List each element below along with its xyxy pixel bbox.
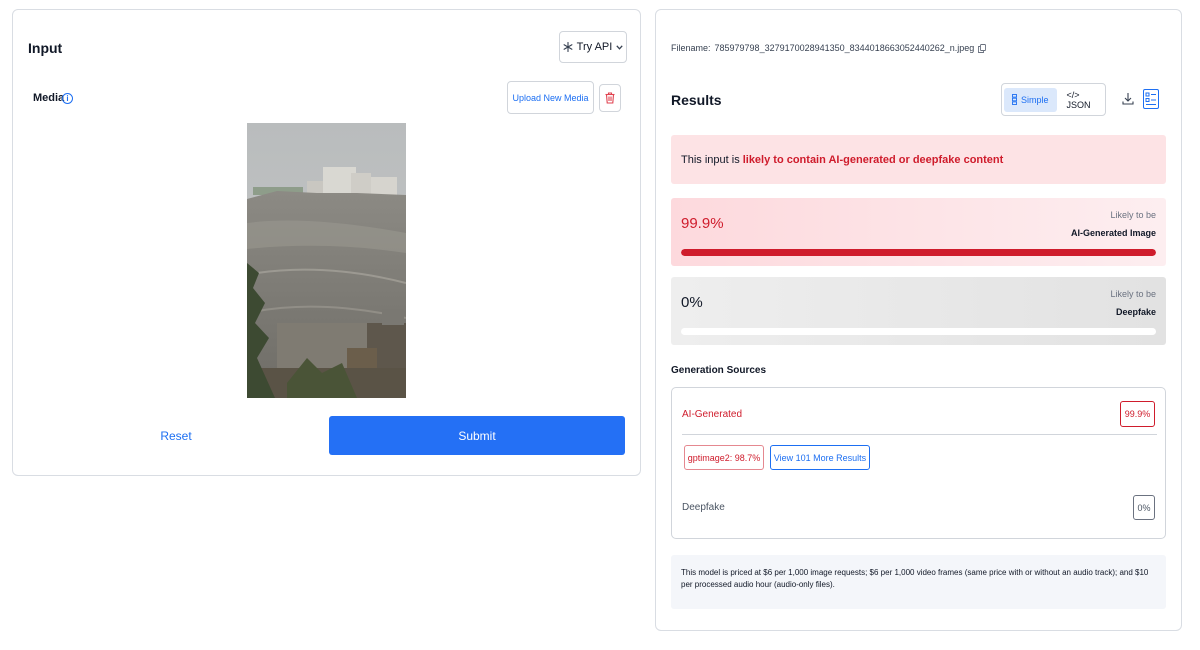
ai-generated-score-bar — [681, 249, 1156, 256]
generation-sources-title: Generation Sources — [671, 365, 767, 376]
filename-row: Filename: 785979798_3279170028941350_834… — [671, 43, 987, 53]
input-panel: Input Try API Media i Upload New Media R… — [12, 9, 641, 476]
deepfake-source-badge: 0% — [1133, 495, 1155, 520]
report-icon — [1143, 89, 1159, 109]
result-alert-banner: This input is likely to contain AI-gener… — [671, 135, 1166, 184]
deepfake-likely-text: Likely to be — [1110, 289, 1156, 299]
simple-view-icon — [1012, 94, 1017, 105]
input-title: Input — [28, 40, 63, 56]
deepfake-score-bar — [681, 328, 1156, 335]
upload-new-media-button[interactable]: Upload New Media — [507, 81, 594, 114]
media-preview-image — [247, 123, 406, 398]
model-score-chip: gptimage2: 98.7% — [684, 445, 764, 470]
reset-button[interactable]: Reset — [116, 416, 236, 456]
deepfake-score-value: 0% — [681, 294, 703, 311]
copy-icon[interactable] — [978, 43, 987, 53]
ai-generated-source-badge: 99.9% — [1120, 401, 1155, 427]
alert-highlight: likely to contain AI-generated or deepfa… — [742, 153, 1004, 166]
download-button[interactable] — [1122, 92, 1134, 106]
view-more-results-button[interactable]: View 101 More Results — [770, 445, 870, 470]
submit-button[interactable]: Submit — [329, 416, 625, 455]
try-api-label: Try API — [576, 41, 613, 53]
sources-divider — [682, 434, 1157, 435]
download-icon — [1122, 92, 1134, 106]
ai-generated-score-bar-fill — [681, 249, 1156, 256]
pricing-note: This model is priced at $6 per 1,000 ima… — [671, 555, 1166, 609]
delete-media-button[interactable] — [599, 84, 621, 112]
view-toggle: Simple </> JSON — [1001, 83, 1106, 116]
media-label: Media — [33, 92, 65, 104]
deepfake-source-label: Deepfake — [682, 502, 725, 513]
results-panel: Filename: 785979798_3279170028941350_834… — [655, 9, 1182, 631]
report-button[interactable] — [1143, 89, 1159, 109]
alert-prefix: This input is — [681, 153, 740, 166]
filename-value: 785979798_3279170028941350_8344018663052… — [714, 43, 975, 53]
filename-label: Filename: — [671, 43, 711, 53]
info-icon[interactable]: i — [62, 93, 73, 104]
ai-generated-score-label: AI-Generated Image — [1070, 228, 1156, 238]
deepfake-score-label: Deepfake — [1115, 307, 1156, 317]
trash-icon — [605, 92, 615, 104]
json-view-button[interactable]: </> JSON — [1059, 88, 1103, 112]
try-api-button[interactable]: Try API — [559, 31, 627, 63]
generation-sources-box: AI-Generated 99.9% gptimage2: 98.7% View… — [671, 387, 1166, 539]
ai-generated-score-value: 99.9% — [681, 215, 724, 232]
chevron-down-icon — [616, 44, 624, 50]
ai-generated-score-card: 99.9% Likely to be AI-Generated Image — [671, 198, 1166, 266]
simple-view-button[interactable]: Simple — [1004, 87, 1057, 112]
snowflake-icon — [563, 42, 573, 52]
results-title: Results — [671, 92, 722, 108]
simple-view-label: Simple — [1021, 94, 1049, 105]
ai-generated-source-label: AI-Generated — [682, 409, 743, 420]
deepfake-score-card: 0% Likely to be Deepfake — [671, 277, 1166, 345]
ai-generated-likely-text: Likely to be — [1110, 210, 1156, 220]
